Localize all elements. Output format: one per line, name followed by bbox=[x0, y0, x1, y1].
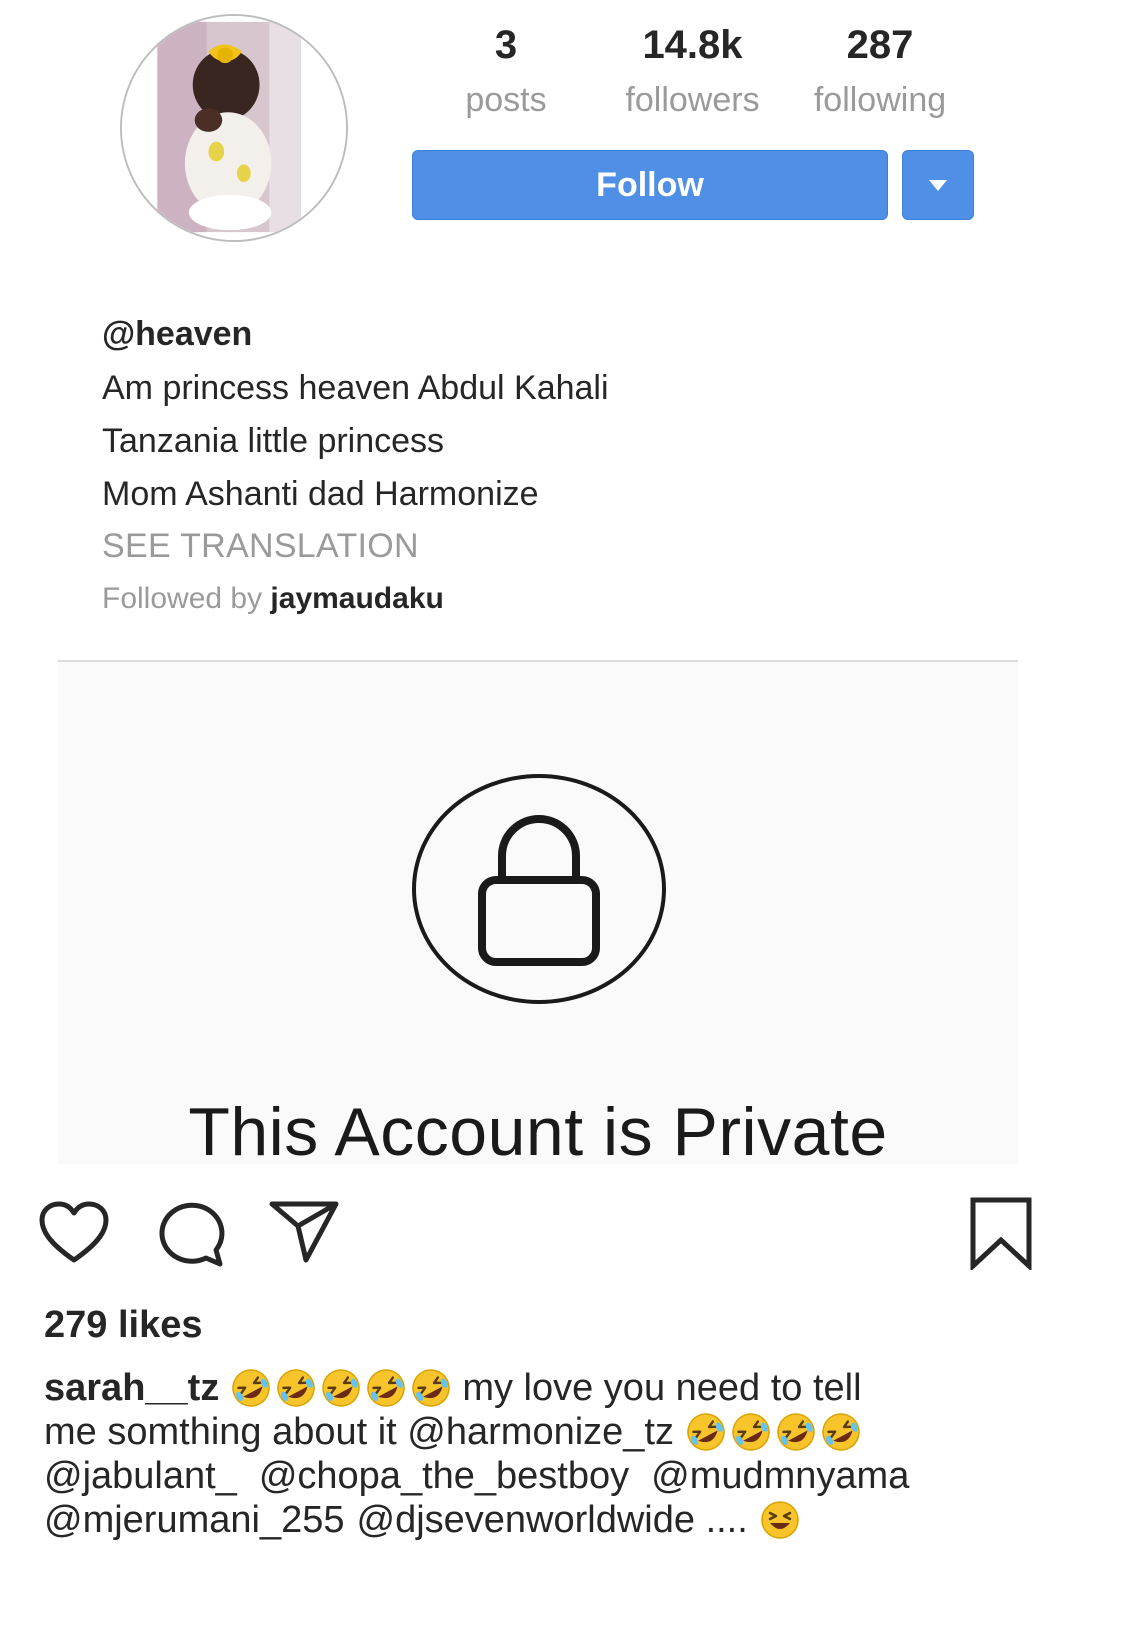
mention-link[interactable]: @mudmnyama bbox=[651, 1454, 909, 1498]
caption-line-1: sarah__tz my love you need to tell bbox=[44, 1366, 1064, 1410]
followers-label: followers bbox=[625, 81, 760, 119]
grinning-squinting-emoji-icon bbox=[760, 1500, 800, 1540]
mention-link[interactable]: @jabulant_ bbox=[44, 1454, 237, 1498]
rofl-emoji-icon bbox=[231, 1368, 271, 1408]
bio-line: Mom Ashanti dad Harmonize bbox=[102, 475, 539, 513]
profile-username: @heaven bbox=[102, 315, 253, 353]
stat-posts[interactable]: 3 posts bbox=[450, 22, 562, 122]
private-account-text: This Account is Private bbox=[188, 1094, 888, 1170]
bio-line: Tanzania little princess bbox=[102, 422, 445, 460]
caret-down-icon bbox=[929, 179, 947, 191]
see-translation-link[interactable]: SEE TRANSLATION bbox=[102, 521, 982, 571]
rofl-emoji-icon bbox=[321, 1368, 361, 1408]
following-label: following bbox=[813, 81, 947, 119]
followers-count: 14.8k bbox=[642, 23, 743, 67]
rofl-emoji-icon bbox=[686, 1412, 726, 1452]
private-account-panel: This Account is Private bbox=[58, 662, 1018, 1170]
posts-label: posts bbox=[465, 81, 547, 119]
rofl-emoji-icon bbox=[821, 1412, 861, 1452]
rofl-emoji-icon bbox=[411, 1368, 451, 1408]
profile-bio: @heaven Am princess heaven Abdul Kahali … bbox=[102, 312, 982, 627]
stat-followers[interactable]: 14.8k followers bbox=[610, 22, 775, 122]
caption-line-2: me somthing about it @harmonize_tz bbox=[44, 1410, 1064, 1454]
lock-circle bbox=[412, 774, 666, 1004]
stat-following[interactable]: 287 following bbox=[795, 22, 965, 122]
mention-link[interactable]: @djsevenworldwide .... bbox=[357, 1498, 748, 1542]
rofl-emoji-icon bbox=[731, 1412, 771, 1452]
following-count: 287 bbox=[846, 23, 914, 67]
bookmark-save-icon[interactable] bbox=[968, 1196, 1034, 1270]
follow-button[interactable]: Follow bbox=[412, 150, 888, 220]
bio-line: Am princess heaven Abdul Kahali bbox=[102, 369, 609, 407]
followed-by-user-link[interactable]: jaymaudaku bbox=[270, 582, 443, 615]
posts-count: 3 bbox=[494, 23, 518, 67]
mention-link[interactable]: @mjerumani_255 bbox=[44, 1498, 345, 1542]
like-heart-icon[interactable] bbox=[38, 1200, 110, 1266]
profile-avatar[interactable] bbox=[120, 14, 348, 242]
share-send-icon[interactable] bbox=[268, 1198, 340, 1264]
caption-text: my love you need to tell bbox=[462, 1367, 862, 1409]
likes-count[interactable]: 279 likes bbox=[44, 1300, 202, 1350]
mention-link[interactable]: @chopa_the_bestboy bbox=[259, 1454, 629, 1498]
rofl-emoji-icon bbox=[276, 1368, 316, 1408]
rofl-emoji-icon bbox=[366, 1368, 406, 1408]
followed-by-prefix: Followed by bbox=[102, 582, 263, 615]
caption-username-link[interactable]: sarah__tz bbox=[44, 1366, 219, 1410]
post-caption: sarah__tz my love you need to tell me so… bbox=[44, 1366, 1064, 1542]
caption-line-3: @jabulant_ @chopa_the_bestboy @mudmnyama bbox=[44, 1454, 1064, 1498]
followed-by: Followed by jaymaudaku bbox=[102, 571, 982, 627]
rofl-emoji-icon bbox=[776, 1412, 816, 1452]
caption-text-with-mention: me somthing about it @harmonize_tz bbox=[44, 1411, 674, 1453]
comment-bubble-icon[interactable] bbox=[156, 1200, 226, 1268]
caption-line-4: @mjerumani_255 @djsevenworldwide .... bbox=[44, 1498, 1064, 1542]
lock-icon bbox=[478, 815, 600, 966]
avatar-photo bbox=[122, 16, 346, 240]
suggestions-dropdown-button[interactable] bbox=[902, 150, 974, 220]
